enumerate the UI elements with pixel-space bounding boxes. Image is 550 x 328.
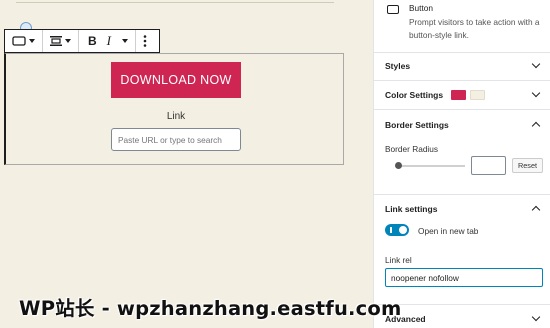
chevron-down-icon <box>531 312 541 322</box>
block-switcher-group <box>5 30 43 52</box>
chevron-down-icon <box>65 39 71 43</box>
chevron-down-icon <box>122 39 129 43</box>
color-settings-title: Color Settings <box>385 90 444 100</box>
format-group: B I <box>79 30 137 52</box>
chevron-down-icon <box>29 39 35 43</box>
link-settings-panel: Link settings <box>374 194 550 304</box>
block-settings-sidebar: Button Prompt visitors to take action wi… <box>373 0 550 328</box>
watermark: WP站长 - wpzhanzhang.eastfu.com <box>19 297 402 320</box>
reset-button[interactable]: Reset <box>512 158 543 173</box>
align-center-icon <box>50 36 62 46</box>
open-in-new-tab-toggle[interactable] <box>385 224 409 236</box>
italic-button[interactable]: I <box>102 30 116 52</box>
block-toolbar: B I <box>4 29 160 53</box>
styles-panel[interactable]: Styles <box>374 52 550 79</box>
bold-icon: B <box>88 34 97 48</box>
border-radius-label: Border Radius <box>385 144 439 154</box>
link-label: Link <box>166 111 186 122</box>
button-block-icon <box>12 36 26 46</box>
align-button[interactable] <box>47 30 74 52</box>
link-settings-title[interactable]: Link settings <box>385 204 437 214</box>
color-settings-panel[interactable]: Color Settings <box>374 80 550 109</box>
background-color-swatch <box>451 90 466 100</box>
button-icon <box>387 5 399 14</box>
toggle-on-indicator <box>390 227 392 233</box>
block-description: Prompt visitors to take action with a bu… <box>409 17 540 40</box>
link-rel-input[interactable] <box>385 268 543 287</box>
button-block[interactable]: DOWNLOAD NOW Link <box>4 53 344 165</box>
block-card: Button Prompt visitors to take action wi… <box>374 0 550 52</box>
border-settings-title[interactable]: Border Settings <box>385 120 449 130</box>
text-color-swatch <box>470 90 485 100</box>
block-title: Button <box>409 3 433 13</box>
border-radius-slider-track[interactable] <box>397 165 465 167</box>
italic-icon: I <box>106 33 112 48</box>
border-radius-input[interactable] <box>471 156 506 175</box>
open-in-new-tab-label: Open in new tab <box>418 226 479 236</box>
alignment-group <box>43 30 79 52</box>
url-input[interactable] <box>111 128 241 151</box>
download-now-button[interactable]: DOWNLOAD NOW <box>111 62 241 98</box>
chevron-down-icon <box>531 59 541 69</box>
editor-canvas: B I DOWNLOAD NOW Link <box>0 0 373 328</box>
more-options-button[interactable] <box>140 30 150 52</box>
chevron-up-icon[interactable] <box>531 205 541 215</box>
more-formats-button[interactable] <box>116 30 131 52</box>
block-switcher-button[interactable] <box>9 30 38 52</box>
chevron-up-icon[interactable] <box>531 121 541 131</box>
previous-block-edge <box>16 0 334 3</box>
toggle-knob <box>399 226 407 234</box>
more-vertical-icon <box>143 35 147 47</box>
chevron-down-icon <box>531 88 541 98</box>
border-radius-slider-handle[interactable] <box>395 162 402 169</box>
styles-panel-title: Styles <box>385 61 411 71</box>
options-group <box>136 30 154 52</box>
bold-button[interactable]: B <box>83 30 102 52</box>
link-rel-label: Link rel <box>385 255 412 265</box>
